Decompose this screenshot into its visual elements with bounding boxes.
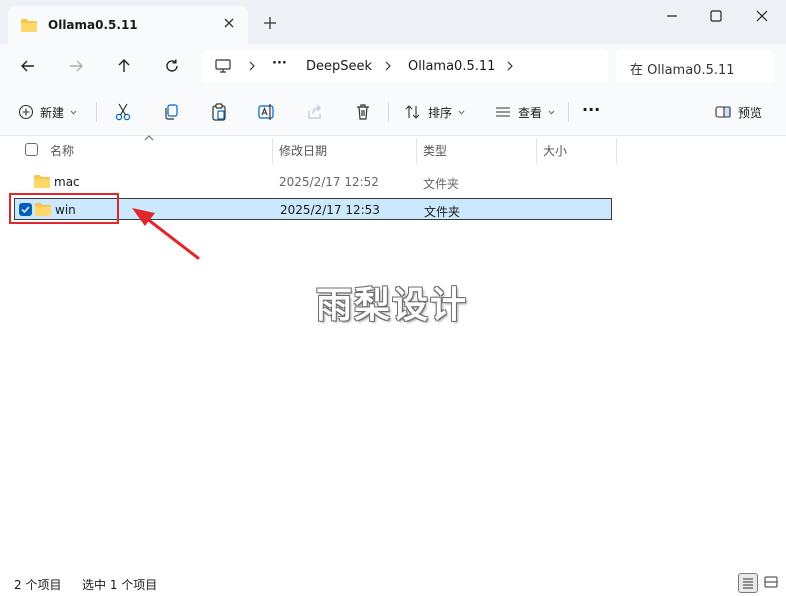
new-label: 新建 — [40, 105, 65, 120]
folder-icon — [34, 175, 50, 188]
breadcrumb-deepseek[interactable]: DeepSeek — [306, 59, 372, 74]
column-modified[interactable]: 修改日期 — [279, 142, 327, 159]
search-placeholder[interactable]: 在 Ollama0.5.11 — [630, 59, 735, 78]
file-modified: 2025/2/17 12:53 — [280, 203, 380, 217]
view-icon — [496, 107, 510, 117]
navigation-row: ··· DeepSeek Ollama0.5.11 在 Ollama0.5.11 — [0, 44, 786, 88]
chevron-right-icon[interactable] — [506, 61, 514, 71]
status-bar: 2 个项目 选中 1 个项目 — [0, 570, 786, 596]
close-icon[interactable] — [754, 8, 770, 24]
chevron-down-icon — [458, 110, 465, 115]
item-count: 2 个项目 — [14, 578, 62, 592]
plus-circle-icon — [18, 104, 34, 120]
preview-button[interactable]: 预览 — [714, 102, 762, 122]
view-button[interactable]: 查看 — [494, 102, 555, 122]
column-divider[interactable] — [536, 138, 537, 164]
file-name: mac — [54, 175, 80, 189]
computer-icon[interactable] — [214, 58, 232, 74]
column-divider[interactable] — [272, 138, 273, 164]
annotation-highlight-box — [9, 193, 119, 224]
view-label: 查看 — [518, 105, 543, 120]
new-tab-icon[interactable] — [262, 15, 278, 31]
toolbar-divider — [388, 102, 389, 122]
rename-icon[interactable] — [258, 102, 276, 122]
selection-count: 选中 1 个项目 — [82, 578, 158, 592]
refresh-icon[interactable] — [162, 56, 182, 76]
toolbar-divider — [568, 102, 569, 122]
share-icon[interactable] — [306, 102, 324, 122]
sort-button[interactable]: 排序 — [404, 102, 465, 122]
address-bar[interactable]: ··· DeepSeek Ollama0.5.11 — [202, 49, 608, 83]
watermark-text: 雨梨设计 — [316, 285, 469, 326]
preview-pane-icon — [715, 106, 731, 118]
chevron-right-icon — [249, 61, 255, 71]
chevron-down-icon — [70, 110, 77, 115]
select-all-checkbox[interactable] — [25, 143, 38, 156]
tab-title: Ollama0.5.11 — [48, 18, 138, 32]
file-modified: 2025/2/17 12:52 — [279, 175, 379, 189]
title-bar: Ollama0.5.11 — [0, 0, 786, 44]
sort-ascending-icon — [144, 135, 154, 141]
details-view-icon — [743, 578, 753, 589]
tiles-view-button[interactable] — [762, 573, 782, 593]
tab-ollama[interactable]: Ollama0.5.11 — [8, 6, 248, 44]
tab-close-icon[interactable] — [222, 16, 236, 30]
copy-icon[interactable] — [162, 102, 180, 122]
file-type: 文件夹 — [423, 177, 460, 191]
chevron-down-icon — [548, 110, 555, 115]
column-header-row: 名称 修改日期 类型 大小 — [0, 135, 786, 164]
minimize-icon[interactable] — [664, 8, 680, 24]
column-divider[interactable] — [416, 138, 417, 164]
column-type[interactable]: 类型 — [423, 142, 447, 159]
folder-icon — [21, 18, 37, 32]
file-type: 文件夹 — [424, 205, 461, 219]
sort-icon — [405, 105, 420, 119]
back-icon[interactable] — [18, 56, 38, 76]
preview-label: 预览 — [738, 105, 763, 120]
forward-icon[interactable] — [66, 56, 86, 76]
maximize-icon[interactable] — [708, 8, 724, 24]
breadcrumb-overflow[interactable]: ··· — [272, 56, 287, 71]
column-name[interactable]: 名称 — [50, 142, 74, 159]
sort-label: 排序 — [428, 105, 453, 120]
command-bar: 新建 排序 查看 ··· 预览 — [0, 88, 786, 136]
search-box[interactable]: 在 Ollama0.5.11 — [616, 49, 774, 83]
tiles-view-icon — [764, 576, 778, 588]
toolbar-divider — [96, 102, 97, 122]
details-view-button[interactable] — [738, 573, 758, 593]
breadcrumb-ollama[interactable]: Ollama0.5.11 — [408, 59, 495, 74]
table-row[interactable]: mac 2025/2/17 12:52 文件夹 — [14, 171, 612, 193]
new-button[interactable]: 新建 — [18, 102, 77, 122]
delete-icon[interactable] — [354, 102, 372, 122]
up-icon[interactable] — [114, 56, 134, 76]
column-size[interactable]: 大小 — [543, 142, 567, 159]
column-divider[interactable] — [616, 138, 617, 164]
more-options-button[interactable]: ··· — [582, 99, 600, 119]
cut-icon[interactable] — [114, 102, 132, 122]
paste-icon[interactable] — [210, 102, 228, 122]
chevron-right-icon — [385, 61, 391, 71]
